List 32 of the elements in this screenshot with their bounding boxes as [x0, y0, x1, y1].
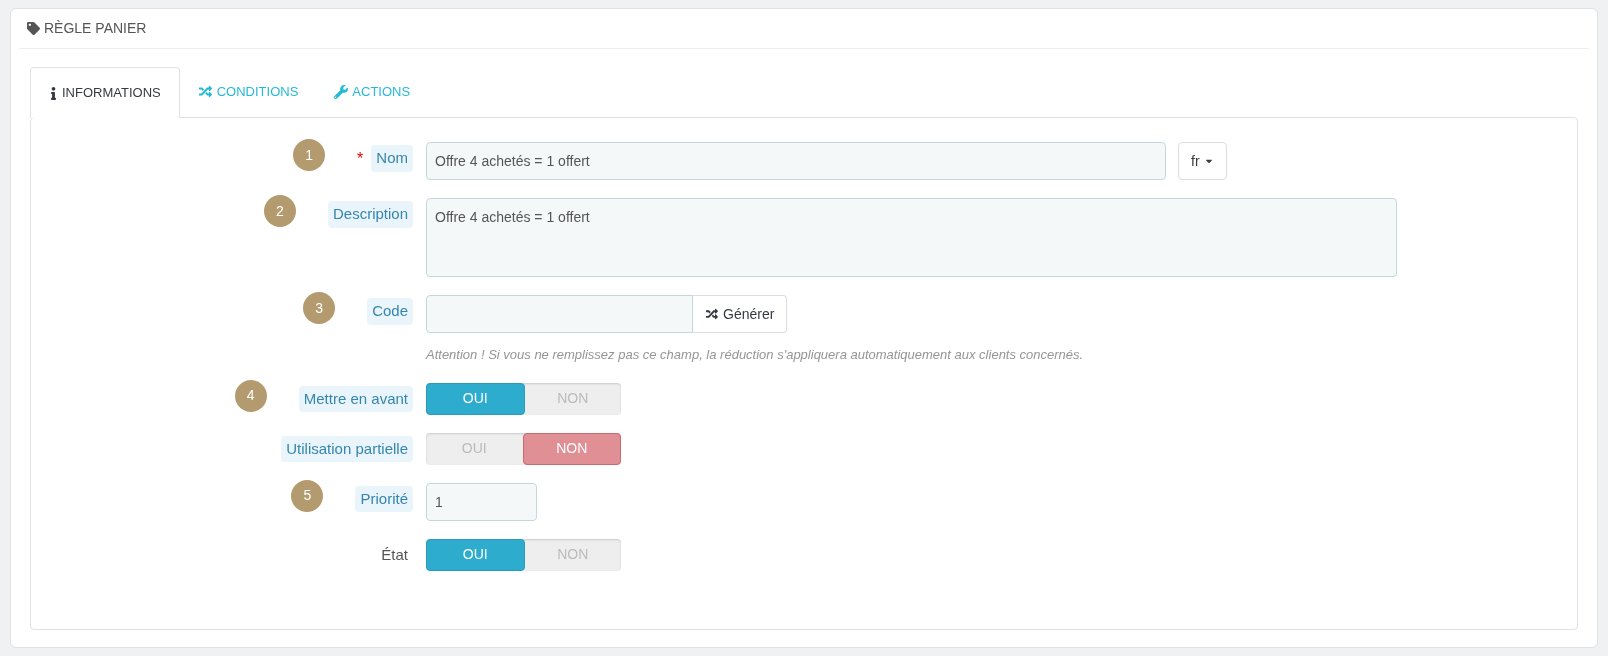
step-number-badge: 2 [263, 195, 296, 227]
field-label: Priorité [355, 485, 413, 512]
toggle-option[interactable]: OUI [426, 538, 525, 571]
required-asterisk: * [357, 149, 364, 169]
field-label: Mettre en avant [298, 385, 413, 412]
code-input[interactable] [426, 295, 693, 333]
tab[interactable]: ACTIONS [316, 66, 429, 117]
shuffle-icon [705, 308, 719, 320]
panel-title: RÈGLE PANIER [44, 19, 147, 38]
step-number-badge: 1 [293, 139, 326, 171]
field-label: État [380, 544, 409, 565]
description-textarea[interactable]: Offre 4 achetés = 1 offert [426, 198, 1397, 277]
info-icon [49, 86, 58, 100]
field-label: Nom [371, 145, 413, 172]
wrench-icon [334, 84, 349, 99]
tab[interactable]: INFORMATIONS [30, 67, 180, 118]
field-label: Description [327, 201, 413, 228]
toggle-option[interactable]: OUI [426, 382, 525, 415]
step-number-badge: 3 [303, 292, 336, 324]
language-dropdown[interactable]: fr [1178, 142, 1227, 180]
tab[interactable]: CONDITIONS [179, 66, 317, 117]
tag-icon [27, 22, 40, 35]
field-label: Code [367, 298, 413, 325]
name-input[interactable]: Offre 4 achetés = 1 offert [426, 142, 1166, 180]
step-number-badge: 5 [291, 479, 324, 512]
step-number-badge: 4 [234, 379, 267, 412]
help-text: Attention ! Si vous ne remplissez pas ce champ, la réduction s'appliquera automatiquement aux clients concernés. [426, 346, 1084, 364]
field-label: Utilisation partielle [281, 435, 413, 462]
generate-button[interactable]: Générer [693, 295, 788, 333]
shuffle-icon [197, 85, 213, 98]
priority-input[interactable]: 1 [426, 482, 537, 521]
toggle-option[interactable]: NON [522, 432, 621, 465]
